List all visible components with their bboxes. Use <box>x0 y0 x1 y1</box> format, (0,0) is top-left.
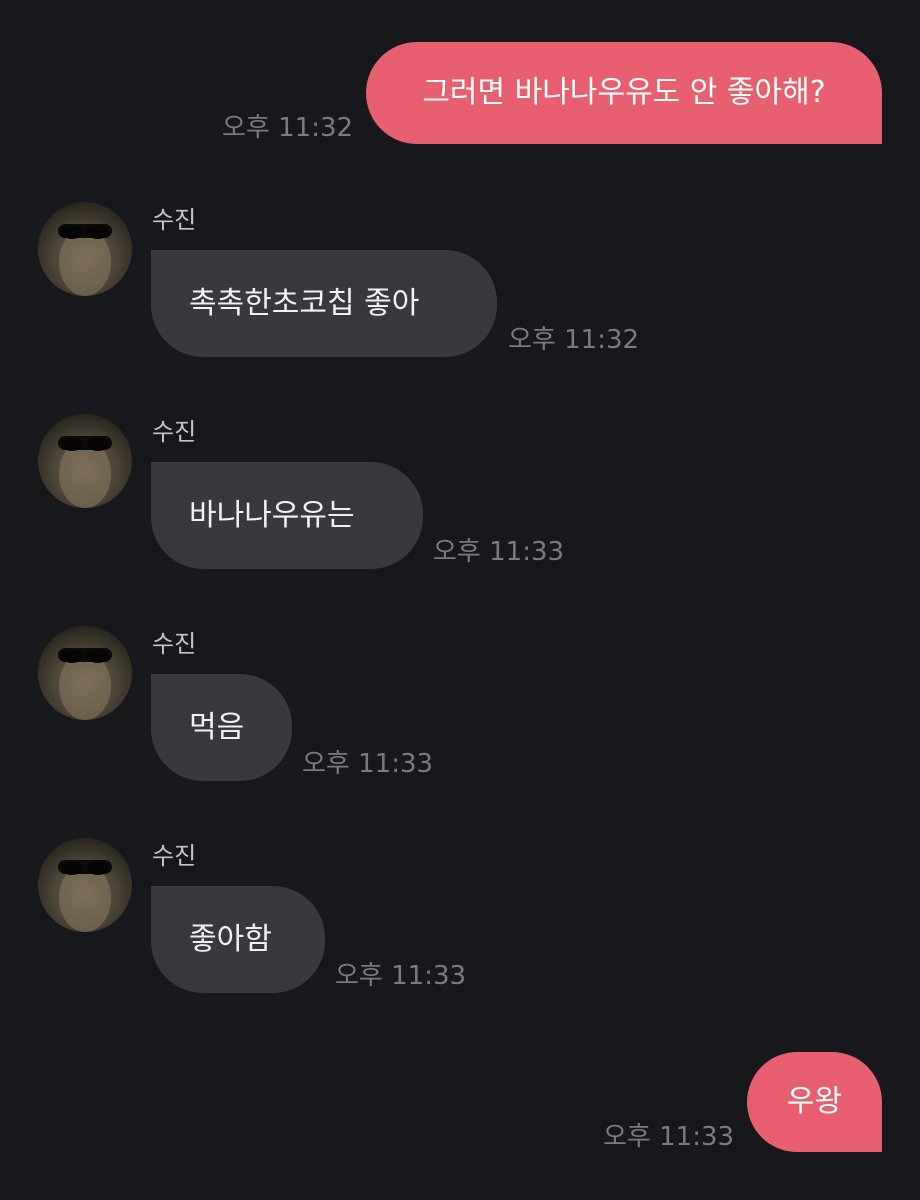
sender-avatar[interactable] <box>38 626 132 720</box>
message-timestamp: 오후 11:33 <box>433 537 565 567</box>
message-text: 그러면 바나나우유도 안 좋아해? <box>422 75 826 110</box>
message-text: 우왕 <box>786 1084 843 1119</box>
sender-avatar[interactable] <box>38 414 132 508</box>
message-text: 촉촉한초코칩 좋아 <box>189 285 420 321</box>
sender-name: 수진 <box>152 630 197 658</box>
incoming-message-bubble[interactable]: 바나나우유는 <box>151 462 423 569</box>
message-timestamp: 오후 11:33 <box>603 1122 735 1152</box>
avatar-photo-icon <box>58 648 112 720</box>
message-timestamp: 오후 11:32 <box>508 325 640 355</box>
sender-name: 수진 <box>152 206 197 234</box>
incoming-message-bubble[interactable]: 좋아함 <box>151 886 325 993</box>
sender-avatar[interactable] <box>38 202 132 296</box>
outgoing-message-bubble[interactable]: 우왕 <box>747 1052 882 1152</box>
sender-name: 수진 <box>152 842 197 870</box>
sender-avatar[interactable] <box>38 838 132 932</box>
message-timestamp: 오후 11:33 <box>335 961 467 991</box>
chat-thread: 그러면 바나나우유도 안 좋아해? 오후 11:32 수진 촉촉한초코칩 좋아 … <box>0 0 920 1200</box>
message-timestamp: 오후 11:32 <box>222 113 354 143</box>
avatar-photo-icon <box>58 224 112 296</box>
message-text: 좋아함 <box>189 921 272 957</box>
avatar-photo-icon <box>58 860 112 932</box>
avatar-photo-icon <box>58 436 112 508</box>
incoming-message-bubble[interactable]: 촉촉한초코칩 좋아 <box>151 250 497 357</box>
message-text: 바나나우유는 <box>189 497 355 533</box>
outgoing-message-bubble[interactable]: 그러면 바나나우유도 안 좋아해? <box>366 42 882 144</box>
message-text: 먹음 <box>189 709 245 745</box>
message-timestamp: 오후 11:33 <box>302 749 434 779</box>
incoming-message-bubble[interactable]: 먹음 <box>151 674 292 781</box>
sender-name: 수진 <box>152 418 197 446</box>
